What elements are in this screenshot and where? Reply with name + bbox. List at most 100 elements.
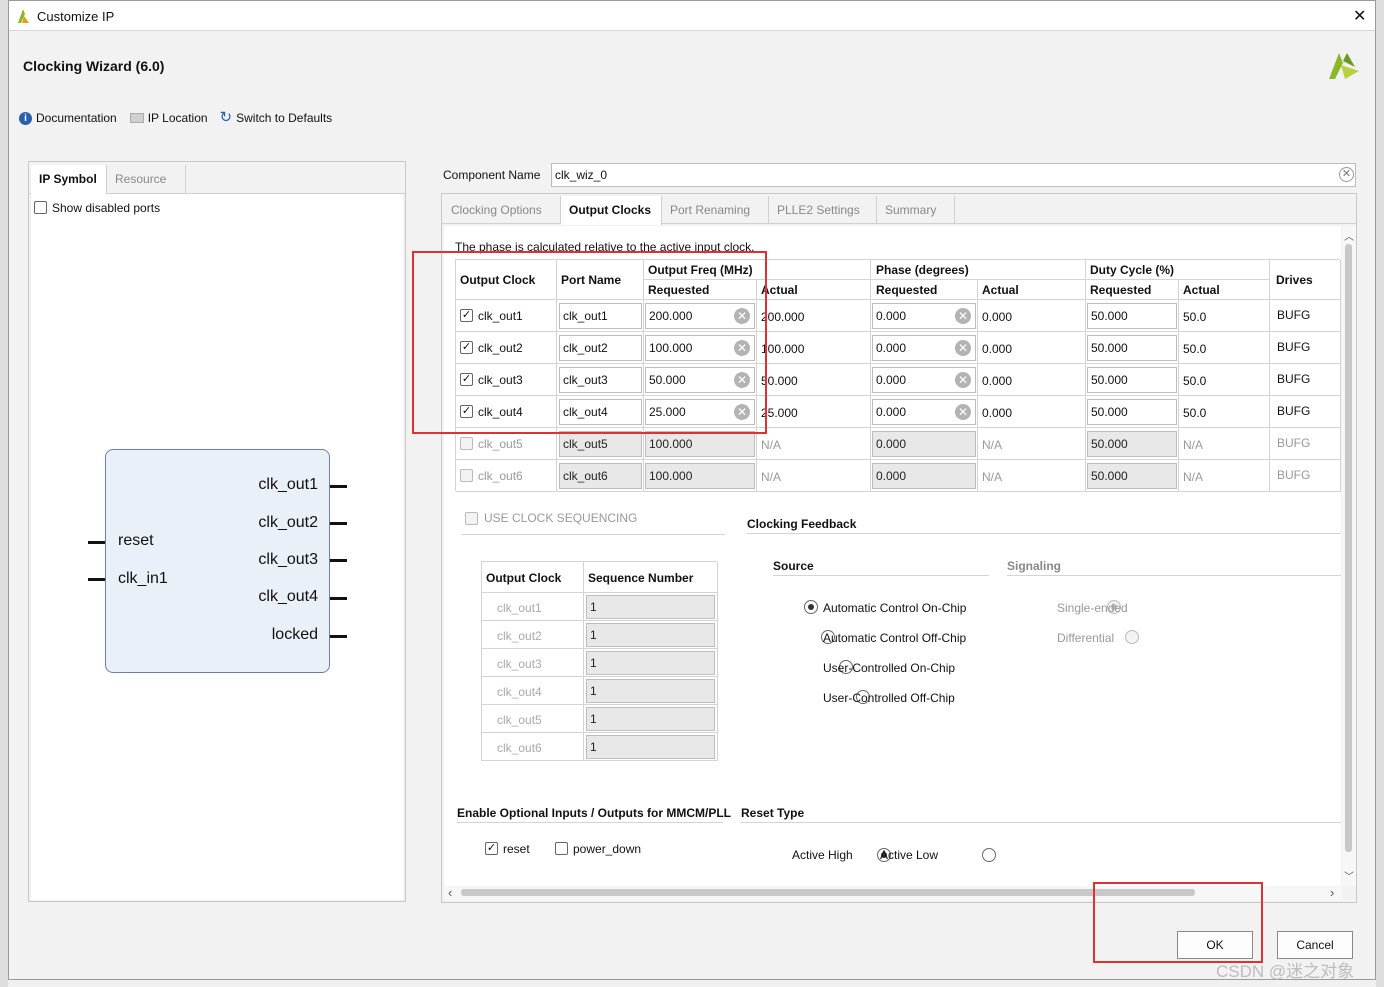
row-drives-cell: BUFG (1270, 428, 1341, 460)
main-tab-strip: Clocking Options Output Clocks Port Rena… (442, 194, 1356, 225)
phase-actual: 0.000 (982, 342, 1013, 356)
left-tab-strip: IP Symbol Resource (29, 162, 405, 194)
phase-requested-input[interactable]: 0.000 (872, 431, 976, 457)
divider (773, 575, 989, 576)
label-active-low: Active Low (880, 848, 939, 862)
clear-icon[interactable]: ✕ (1339, 167, 1354, 182)
pin-locked (330, 635, 347, 638)
background-window-edge (0, 0, 8, 987)
seq-clock-cell: clk_out1 (482, 593, 584, 621)
source-title: Source (773, 559, 814, 573)
freq-actual: 200.000 (761, 310, 805, 324)
clear-icon[interactable]: ✕ (955, 308, 971, 324)
divider (457, 822, 723, 823)
port-clk-out3-label: clk_out3 (258, 551, 318, 568)
duty-requested-input[interactable]: 50.000 (1087, 463, 1177, 489)
port-name-input[interactable]: clk_out6 (559, 463, 642, 489)
ip-location-label: IP Location (147, 111, 208, 125)
duty-requested-input[interactable]: 50.000 (1087, 431, 1177, 457)
row-duty-act-cell: N/A (1179, 460, 1270, 492)
chevron-down-icon[interactable]: ﹀ (1344, 868, 1354, 883)
divider (1007, 575, 1341, 576)
sequence-number-input[interactable]: 1 (586, 679, 715, 703)
tab-clocking-options[interactable]: Clocking Options (443, 196, 561, 224)
freq-requested-input[interactable]: 100.000 (645, 463, 755, 489)
folder-icon (129, 113, 144, 123)
row-duty-act-cell: 50.0 (1179, 300, 1270, 332)
sequence-number-input[interactable]: 1 (586, 735, 715, 759)
duty-requested-input[interactable]: 50.000 (1087, 335, 1177, 361)
tab-port-renaming[interactable]: Port Renaming (662, 196, 769, 224)
header-phase-requested: Requested (871, 280, 978, 300)
component-name-label: Component Name (443, 168, 541, 182)
vertical-scrollbar[interactable]: ︿ ﹀ (1342, 226, 1356, 886)
radio-active-low[interactable] (982, 848, 997, 862)
tab-ip-symbol[interactable]: IP Symbol (31, 165, 107, 194)
show-disabled-ports-label: Show disabled ports (52, 201, 161, 215)
tab-output-clocks[interactable]: Output Clocks (561, 196, 662, 225)
seq-clock-cell: clk_out2 (482, 621, 584, 649)
use-clock-sequencing-checkbox[interactable] (465, 512, 478, 525)
clear-icon[interactable]: ✕ (955, 340, 971, 356)
row-phase-req-cell: 0.000 ✕ (871, 396, 978, 428)
component-name-field[interactable]: clk_wiz_0 ✕ (551, 163, 1356, 187)
header-phase-actual: Actual (978, 280, 1086, 300)
row-phase-act-cell: 0.000 (978, 364, 1086, 396)
pin-clk-out1 (330, 485, 347, 488)
sequence-number-input[interactable]: 1 (586, 623, 715, 647)
chevron-left-icon[interactable]: ‹ (448, 885, 452, 900)
phase-actual: N/A (982, 438, 1003, 452)
show-disabled-ports-checkbox[interactable] (34, 201, 47, 214)
chevron-up-icon[interactable]: ︿ (1344, 228, 1354, 243)
phase-requested-input[interactable]: 0.000 (872, 463, 976, 489)
duty-requested-input[interactable]: 50.000 (1087, 399, 1177, 425)
duty-requested-input[interactable]: 50.000 (1087, 367, 1177, 393)
documentation-link[interactable]: i Documentation (19, 111, 117, 125)
cancel-button[interactable]: Cancel (1277, 931, 1353, 959)
row-duty-req-cell: 50.000 (1086, 300, 1179, 332)
vivado-app-icon (18, 9, 29, 23)
seq-clock-cell: clk_out6 (482, 733, 584, 761)
phase-actual: 0.000 (982, 310, 1013, 324)
switch-defaults-link[interactable]: ↻ Switch to Defaults (219, 109, 333, 126)
chevron-right-icon[interactable]: › (1330, 885, 1334, 900)
duty-requested-input[interactable]: 50.000 (1087, 303, 1177, 329)
port-clk-out2-label: clk_out2 (258, 514, 318, 531)
sequence-number-input[interactable]: 1 (586, 707, 715, 731)
horizontal-scroll-thumb[interactable] (461, 889, 1195, 896)
seq-clock-cell: clk_out4 (482, 677, 584, 705)
vertical-scroll-thumb[interactable] (1345, 244, 1352, 852)
reset-checkbox[interactable]: ✓ (485, 842, 498, 855)
power-down-checkbox[interactable] (555, 842, 568, 855)
documentation-label: Documentation (36, 111, 117, 125)
radio-auto-on-chip[interactable] (804, 600, 818, 614)
port-name-input[interactable]: clk_out5 (559, 431, 642, 457)
ip-location-link[interactable]: IP Location (129, 111, 208, 125)
seq-clock-cell: clk_out3 (482, 649, 584, 677)
freq-requested-input[interactable]: 100.000 (645, 431, 755, 457)
close-icon[interactable]: ✕ (1353, 6, 1366, 26)
tab-plle2-settings[interactable]: PLLE2 Settings (769, 196, 877, 224)
label-auto-on-chip: Automatic Control On-Chip (823, 601, 967, 615)
row-phase-act-cell: N/A (978, 428, 1086, 460)
clock-enable-checkbox[interactable] (460, 437, 473, 450)
label-user-on-chip: User-Controlled On-Chip (823, 661, 956, 675)
port-clk-out1-label: clk_out1 (258, 476, 318, 493)
sequence-number-input[interactable]: 1 (586, 651, 715, 675)
row-phase-act-cell: 0.000 (978, 396, 1086, 428)
clock-enable-checkbox[interactable] (460, 469, 473, 482)
tab-summary[interactable]: Summary (877, 196, 955, 224)
seq-number-cell: 1 (584, 593, 718, 621)
duty-actual: 50.0 (1183, 406, 1207, 420)
tab-resource[interactable]: Resource (107, 165, 186, 194)
clear-icon[interactable]: ✕ (955, 372, 971, 388)
pin-clk-out2 (330, 522, 347, 525)
radio-differential[interactable] (1124, 630, 1139, 644)
signaling-title: Signaling (1007, 559, 1061, 573)
sequence-number-input[interactable]: 1 (586, 595, 715, 619)
phase-actual: 0.000 (982, 374, 1013, 388)
row-freq-req-cell: 100.000 (644, 460, 757, 492)
drives-value: BUFG (1277, 372, 1311, 386)
clear-icon[interactable]: ✕ (955, 404, 971, 420)
refresh-icon: ↻ (219, 109, 233, 126)
